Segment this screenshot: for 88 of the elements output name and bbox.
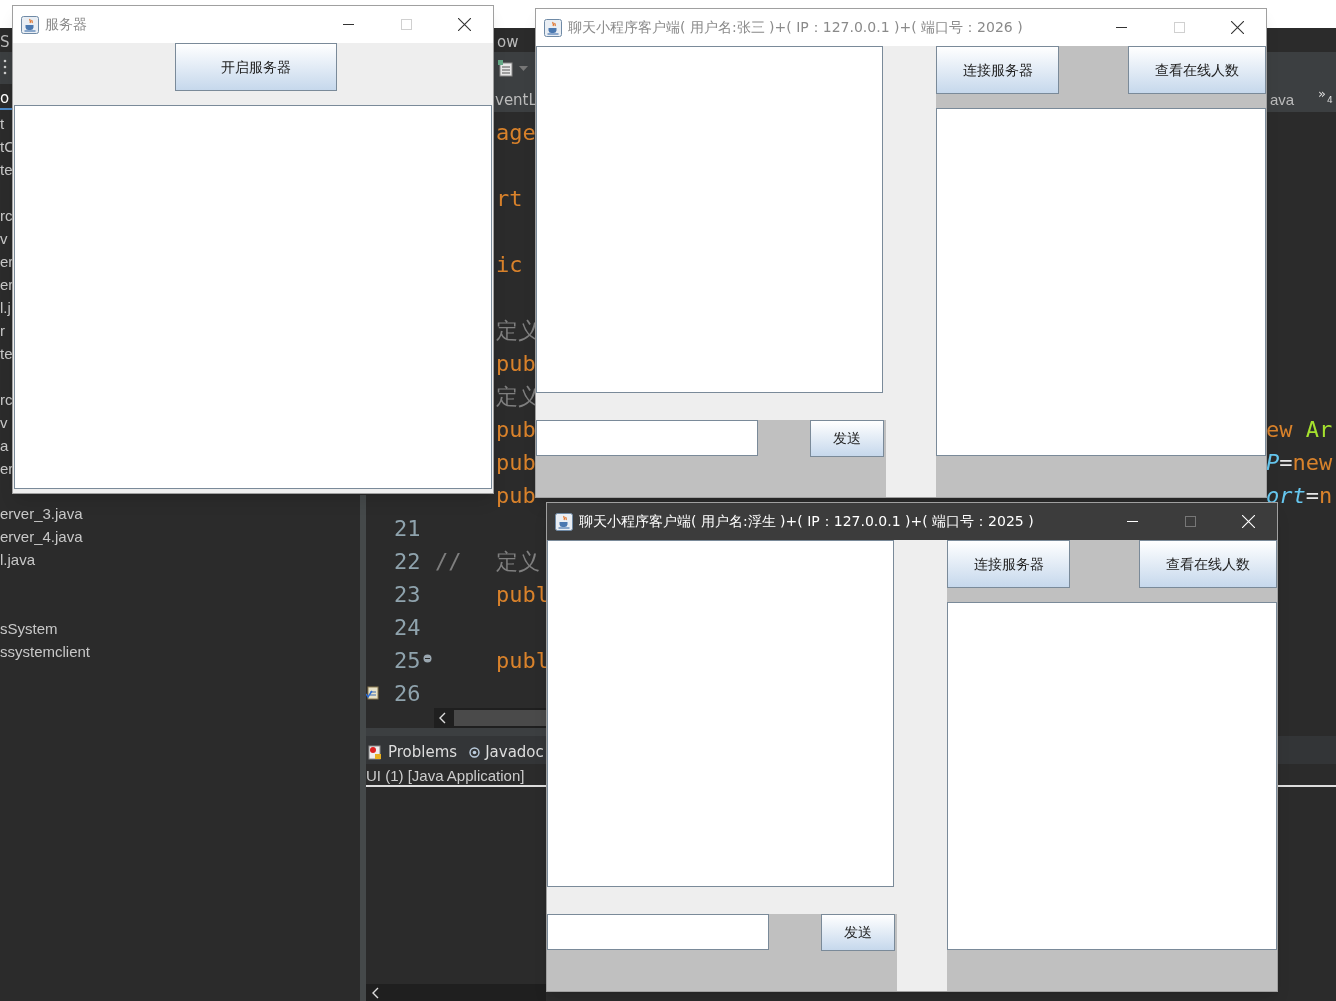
maximize-icon [1173, 22, 1185, 33]
online-users-list[interactable] [947, 602, 1277, 950]
minimize-icon [342, 24, 354, 25]
window-title-bar[interactable]: 聊天小程序客户端( 用户名:浮生 )+( IP：127.0.0.1 )+( 端口号：2025 ) [547, 503, 1277, 540]
code-text: publ [496, 581, 549, 609]
send-button[interactable]: 发送 [810, 420, 884, 457]
view-tab[interactable]: Javadoc [485, 741, 544, 764]
toolbar-grip-icon [3, 58, 7, 76]
project-tree-item[interactable]: er [0, 251, 14, 274]
minimize-icon [1126, 521, 1138, 522]
connect-server-button[interactable]: 连接服务器 [936, 46, 1059, 94]
code-text: ic [496, 251, 523, 279]
code-text: pub [496, 350, 536, 378]
code-text: pub [496, 482, 536, 510]
java-cup-icon [555, 512, 573, 531]
horizontal-scrollbar[interactable] [366, 984, 546, 1001]
message-input-field[interactable] [547, 914, 769, 950]
line-number: 24 [394, 614, 421, 642]
line-number: 21 [394, 515, 421, 543]
window-title: 聊天小程序客户端( 用户名:浮生 )+( IP：127.0.0.1 )+( 端口号：2025 ) [579, 512, 1034, 531]
line-number: 22 [394, 548, 421, 576]
project-tree-item[interactable]: erver_3.java [0, 503, 83, 526]
code-text: publ [496, 647, 549, 675]
project-tree-item[interactable]: er [0, 274, 14, 297]
problems-icon [368, 744, 383, 760]
chat-text-area[interactable] [536, 46, 883, 393]
document-icon[interactable] [497, 59, 513, 77]
java-cup-icon [21, 15, 39, 34]
project-tree-item[interactable]: rc [0, 205, 13, 228]
send-button[interactable]: 发送 [821, 914, 895, 951]
code-text: 定义 [496, 548, 540, 576]
maximize-icon [1184, 516, 1196, 527]
project-tree-item[interactable]: v [0, 228, 8, 251]
scroll-left-icon[interactable] [439, 712, 447, 724]
code-text: ew Ar [1266, 416, 1333, 444]
connect-server-button[interactable]: 连接服务器 [947, 540, 1070, 588]
chat-text-area[interactable] [547, 540, 894, 887]
fold-icon[interactable] [423, 654, 432, 663]
project-tree-item[interactable]: sSystem [0, 618, 58, 641]
comment-marker: // [435, 548, 462, 576]
line-number: 26 [394, 680, 421, 708]
code-text: pub [496, 449, 536, 477]
start-server-button[interactable]: 开启服务器 [175, 43, 337, 91]
project-tree-item[interactable]: v [0, 412, 8, 435]
code-text: rt [496, 185, 523, 213]
explorer-tab[interactable]: o [0, 87, 10, 110]
project-tree-item[interactable]: er [0, 458, 14, 481]
project-tree-item[interactable]: te [0, 159, 13, 182]
line-number: 23 [394, 581, 421, 609]
java-cup-icon [544, 18, 562, 37]
view-tab[interactable]: Problems [388, 741, 458, 764]
minimize-icon [1115, 27, 1127, 28]
editor-tab[interactable]: ava [1270, 89, 1295, 112]
close-icon [1241, 515, 1255, 528]
project-tree-item[interactable]: ssystemclient [0, 641, 91, 664]
window-title: 聊天小程序客户端( 用户名:张三 )+( IP：127.0.0.1 )+( 端口号：2026 ) [568, 18, 1023, 37]
message-input-field[interactable] [536, 420, 758, 456]
project-tree-item[interactable]: erver_4.java [0, 526, 83, 549]
close-icon [457, 18, 471, 31]
more-tabs-chevron[interactable]: » [1318, 84, 1326, 104]
editor-tab[interactable]: ventL [495, 89, 537, 112]
menu-item[interactable]: ow [497, 31, 519, 54]
project-tree-item[interactable]: l.j [0, 297, 11, 320]
project-tree-item[interactable]: rc [0, 389, 13, 412]
horizontal-scrollbar[interactable] [434, 708, 546, 728]
line-number: 25 [394, 647, 421, 675]
online-users-button[interactable]: 查看在线人数 [1128, 46, 1266, 94]
scroll-left-icon[interactable] [372, 987, 380, 999]
project-tree-item[interactable]: a [0, 435, 9, 458]
project-tree-item[interactable]: te [0, 343, 13, 366]
online-users-list[interactable] [936, 108, 1266, 456]
online-users-button[interactable]: 查看在线人数 [1139, 540, 1277, 588]
window-title-bar[interactable]: 服务器 [13, 6, 493, 43]
menu-item[interactable]: S [0, 31, 10, 54]
console-title: UI (1) [Java Application] [366, 766, 525, 786]
close-icon [1230, 21, 1244, 34]
code-text: pub [496, 416, 536, 444]
window-title-bar[interactable]: 聊天小程序客户端( 用户名:张三 )+( IP：127.0.0.1 )+( 端口号：2026 ) [536, 9, 1266, 46]
project-tree-item[interactable]: t [0, 113, 5, 136]
maximize-icon [400, 19, 412, 30]
code-text: age [496, 119, 536, 147]
project-tree-item[interactable]: r [0, 320, 5, 343]
window-title: 服务器 [45, 15, 87, 34]
code-text: P=new [1266, 449, 1333, 477]
project-tree-item[interactable]: l.java [0, 549, 36, 572]
dropdown-caret-icon[interactable] [519, 66, 528, 71]
log-text-area[interactable] [14, 105, 492, 489]
more-tabs-count: 4 [1327, 94, 1333, 107]
